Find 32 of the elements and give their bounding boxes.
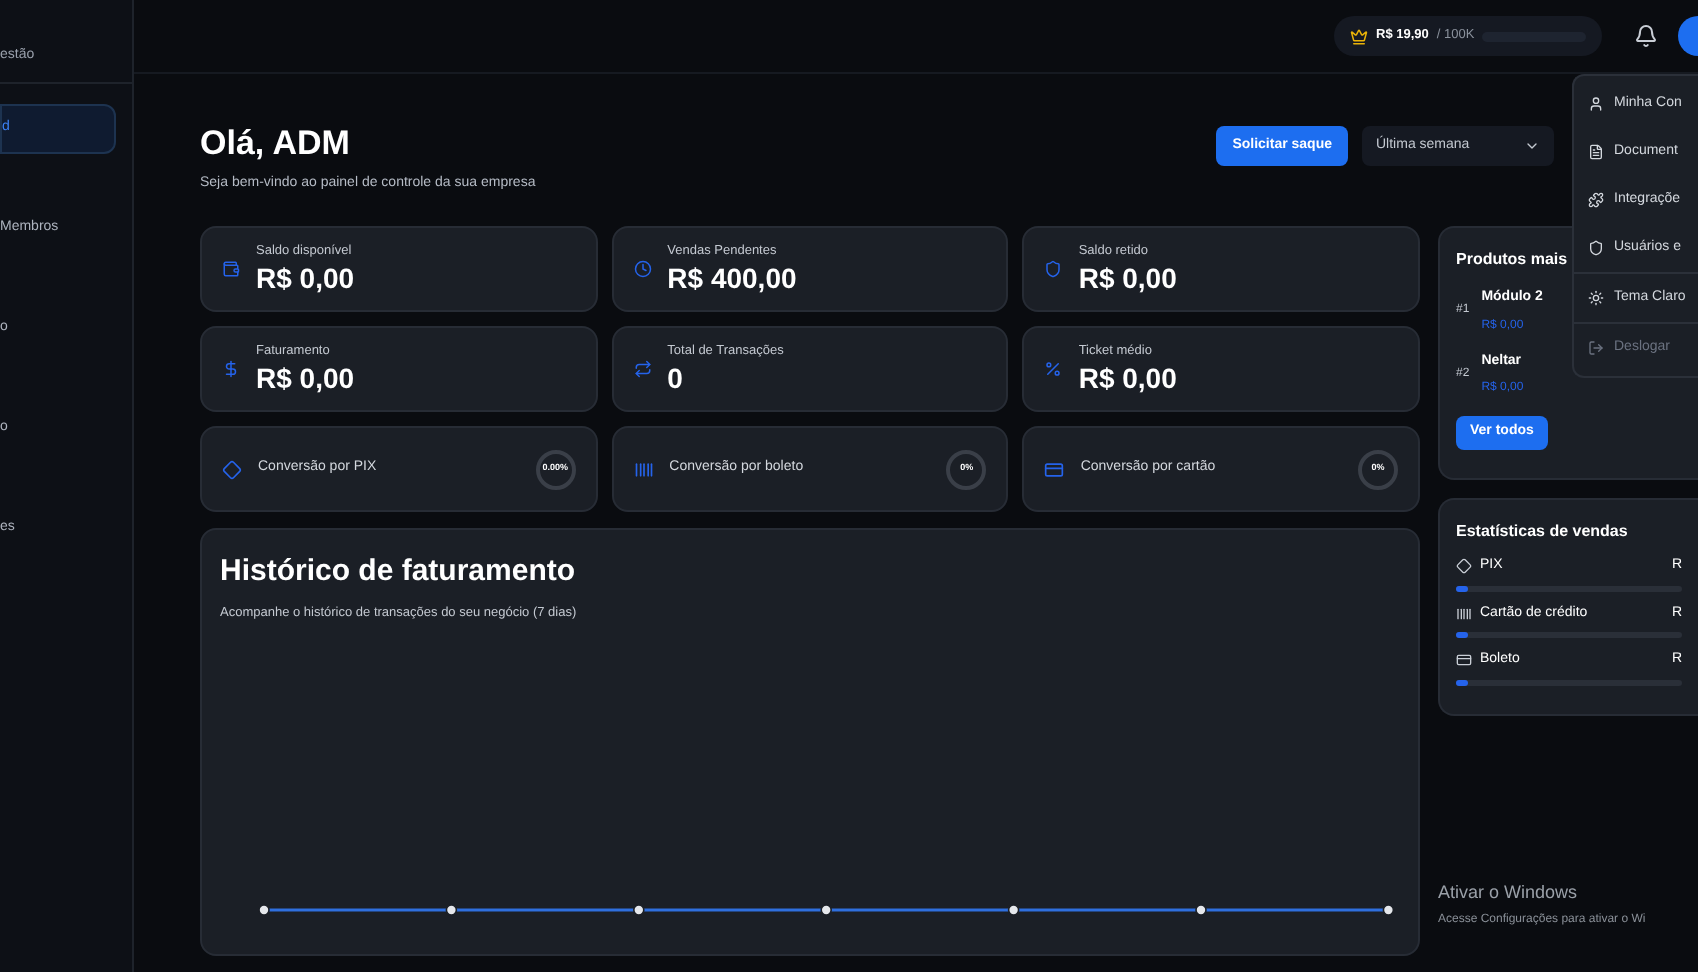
- percent-icon: [1044, 360, 1063, 378]
- puzzle-icon: [1588, 192, 1604, 208]
- clock-icon: [633, 260, 652, 278]
- user-icon: [1588, 96, 1604, 112]
- stat-value: R$ 0,00: [256, 361, 355, 397]
- sales-stats-title: Estatísticas de vendas: [1456, 520, 1630, 544]
- credit-card-icon: [1044, 459, 1065, 479]
- crown-icon: [1350, 27, 1368, 45]
- products-title: Produtos mais: [1456, 248, 1570, 272]
- diamond-icon: [222, 459, 242, 479]
- stat-value: 0: [667, 361, 685, 397]
- dollar-icon: [222, 360, 240, 378]
- repeat-icon: [633, 360, 652, 378]
- history-title: Histórico de faturamento: [220, 552, 578, 592]
- barcode-icon: [1456, 605, 1472, 622]
- credit-card-icon: [1456, 652, 1472, 669]
- stat-value: R$ 400,00: [667, 261, 797, 297]
- page-title: Olá, ADM: [200, 126, 352, 160]
- notification-icon[interactable]: [1634, 24, 1658, 48]
- chevron-icon: [1524, 138, 1540, 154]
- wallet-icon: [222, 260, 240, 278]
- activation-title: Ativar o Windows: [1438, 880, 1580, 906]
- logout-icon: [1588, 340, 1604, 356]
- stat-value: R$ 0,00: [1078, 261, 1177, 297]
- document-icon: [1588, 144, 1604, 160]
- diamond-icon: [1456, 558, 1472, 575]
- stat-value: R$ 0,00: [1078, 361, 1177, 397]
- stat-value: R$ 0,00: [256, 261, 355, 297]
- shield-icon: [1588, 240, 1604, 256]
- barcode-icon: [633, 459, 654, 479]
- sun-icon: [1588, 290, 1604, 306]
- shield-icon: [1044, 260, 1063, 278]
